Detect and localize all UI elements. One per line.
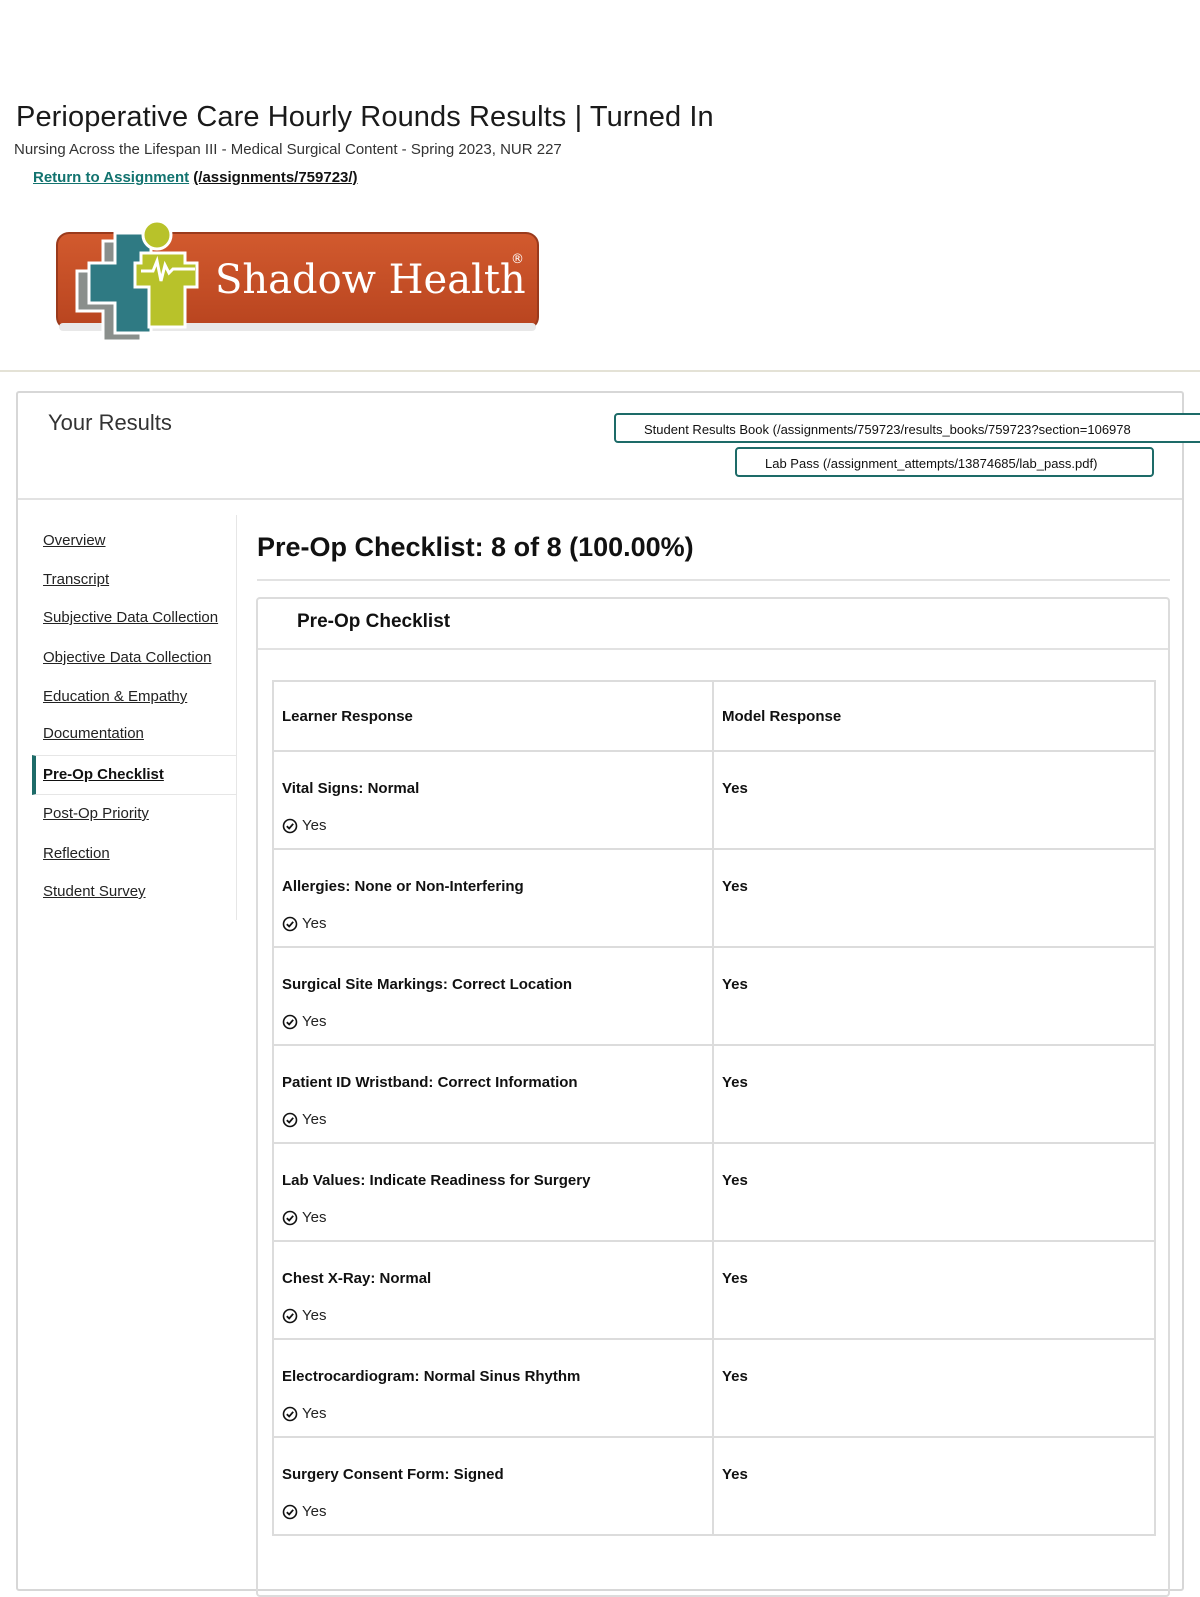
model-answer-text: Yes (722, 1172, 748, 1189)
learner-answer-text: Yes (302, 1307, 327, 1324)
section-divider (257, 579, 1170, 581)
model-response-cell: Yes (712, 848, 1156, 948)
model-answer-text: Yes (722, 878, 748, 895)
learner-response-cell: Allergies: None or Non-Interfering Yes (272, 848, 714, 948)
lab-pass-button[interactable]: Lab Pass (/assignment_attempts/13874685/… (735, 447, 1154, 477)
shadow-health-logo: Shadow Health ® (55, 213, 540, 343)
learner-answer: Yes (282, 1405, 704, 1422)
checklist-item-label: Lab Values: Indicate Readiness for Surge… (282, 1172, 591, 1189)
checklist-table: Learner Response Model Response Vital Si… (272, 680, 1156, 1536)
page-title: Perioperative Care Hourly Rounds Results… (16, 101, 714, 133)
sidebar-item-objective-data-collection[interactable]: Objective Data Collection (43, 649, 211, 666)
panel-divider (18, 498, 1182, 500)
table-row: Chest X-Ray: Normal Yes Yes (272, 1240, 1156, 1340)
learner-answer-text: Yes (302, 817, 327, 834)
learner-answer-text: Yes (302, 915, 327, 932)
learner-answer: Yes (282, 817, 704, 834)
learner-answer: Yes (282, 1111, 704, 1128)
checklist-item-label: Surgery Consent Form: Signed (282, 1466, 504, 1483)
checklist-item-label: Patient ID Wristband: Correct Informatio… (282, 1074, 578, 1091)
learner-response-cell: Surgical Site Markings: Correct Location… (272, 946, 714, 1046)
sidebar-divider (236, 515, 237, 920)
check-circle-icon (282, 1014, 298, 1029)
table-header-row: Learner Response Model Response (272, 680, 1156, 752)
check-circle-icon (282, 1112, 298, 1127)
model-answer-text: Yes (722, 1368, 748, 1385)
learner-answer: Yes (282, 915, 704, 932)
model-response-cell: Yes (712, 946, 1156, 1046)
model-answer-text: Yes (722, 1074, 748, 1091)
course-subtitle: Nursing Across the Lifespan III - Medica… (14, 141, 562, 158)
sidebar-item-reflection[interactable]: Reflection (43, 845, 110, 862)
sidebar-item-education-empathy[interactable]: Education & Empathy (43, 688, 187, 705)
learner-response-cell: Chest X-Ray: Normal Yes (272, 1240, 714, 1340)
check-circle-icon (282, 818, 298, 833)
check-circle-icon (282, 1308, 298, 1323)
table-row: Patient ID Wristband: Correct Informatio… (272, 1044, 1156, 1144)
model-response-cell: Yes (712, 1044, 1156, 1144)
learner-response-cell: Surgery Consent Form: Signed Yes (272, 1436, 714, 1536)
sidebar-item-student-survey[interactable]: Student Survey (43, 883, 146, 900)
student-results-book-button[interactable]: Student Results Book (/assignments/75972… (614, 413, 1200, 443)
check-circle-icon (282, 1210, 298, 1225)
card-divider (258, 648, 1168, 650)
model-response-cell: Yes (712, 1338, 1156, 1438)
return-to-assignment[interactable]: Return to Assignment (/assignments/75972… (33, 169, 358, 186)
checklist-item-label: Vital Signs: Normal (282, 780, 420, 797)
logo-registered-mark: ® (511, 252, 524, 267)
model-answer-text: Yes (722, 1466, 748, 1483)
model-response-cell: Yes (712, 1240, 1156, 1340)
check-circle-icon (282, 1504, 298, 1519)
learner-response-cell: Electrocardiogram: Normal Sinus Rhythm Ye… (272, 1338, 714, 1438)
model-response-cell: Yes (712, 1142, 1156, 1242)
learner-answer-text: Yes (302, 1013, 327, 1030)
model-response-cell: Yes (712, 750, 1156, 850)
card-title: Pre-Op Checklist (297, 611, 451, 632)
table-row: Surgical Site Markings: Correct Location… (272, 946, 1156, 1046)
section-title: Pre-Op Checklist: 8 of 8 (100.00%) (257, 532, 694, 562)
sidebar-item-pre-op-checklist[interactable]: Pre-Op Checklist (43, 766, 164, 783)
checklist-item-label: Surgical Site Markings: Correct Location (282, 976, 573, 993)
return-link-path[interactable]: (/assignments/759723/) (193, 169, 357, 186)
model-response-cell: Yes (712, 1436, 1156, 1536)
sidebar-item-documentation[interactable]: Documentation (43, 725, 144, 742)
model-answer-text: Yes (722, 780, 748, 797)
table-row: Electrocardiogram: Normal Sinus Rhythm Ye… (272, 1338, 1156, 1438)
checklist-item-label: Allergies: None or Non-Interfering (282, 878, 524, 895)
sidebar-item-transcript[interactable]: Transcript (43, 571, 109, 588)
checklist-item-label: Electrocardiogram: Normal Sinus Rhythm (282, 1368, 581, 1385)
sidebar-item-subjective-data-collection[interactable]: Subjective Data Collection (43, 609, 218, 626)
sidebar-item-overview[interactable]: Overview (43, 532, 106, 549)
learner-answer-text: Yes (302, 1503, 327, 1520)
model-answer-text: Yes (722, 1270, 748, 1287)
learner-response-cell: Vital Signs: Normal Yes (272, 750, 714, 850)
learner-answer: Yes (282, 1307, 704, 1324)
check-circle-icon (282, 916, 298, 931)
learner-answer-text: Yes (302, 1111, 327, 1128)
learner-answer: Yes (282, 1013, 704, 1030)
table-row: Lab Values: Indicate Readiness for Surge… (272, 1142, 1156, 1242)
sidebar-item-post-op-priority[interactable]: Post-Op Priority (43, 805, 149, 822)
table-row: Vital Signs: Normal Yes Yes (272, 750, 1156, 850)
table-row: Surgery Consent Form: Signed Yes Yes (272, 1436, 1156, 1536)
table-row: Allergies: None or Non-Interfering Yes Yes (272, 848, 1156, 948)
return-link[interactable]: Return to Assignment (33, 169, 189, 186)
model-answer-text: Yes (722, 976, 748, 993)
learner-answer-text: Yes (302, 1405, 327, 1422)
learner-response-cell: Patient ID Wristband: Correct Informatio… (272, 1044, 714, 1144)
learner-answer: Yes (282, 1503, 704, 1520)
header-divider (0, 370, 1200, 372)
column-header-model: Model Response (712, 680, 1156, 752)
logo-text: Shadow Health (215, 257, 526, 303)
learner-answer: Yes (282, 1209, 704, 1226)
your-results-heading: Your Results (48, 410, 172, 435)
column-header-learner: Learner Response (272, 680, 714, 752)
check-circle-icon (282, 1406, 298, 1421)
learner-response-cell: Lab Values: Indicate Readiness for Surge… (272, 1142, 714, 1242)
learner-answer-text: Yes (302, 1209, 327, 1226)
checklist-item-label: Chest X-Ray: Normal (282, 1270, 432, 1287)
